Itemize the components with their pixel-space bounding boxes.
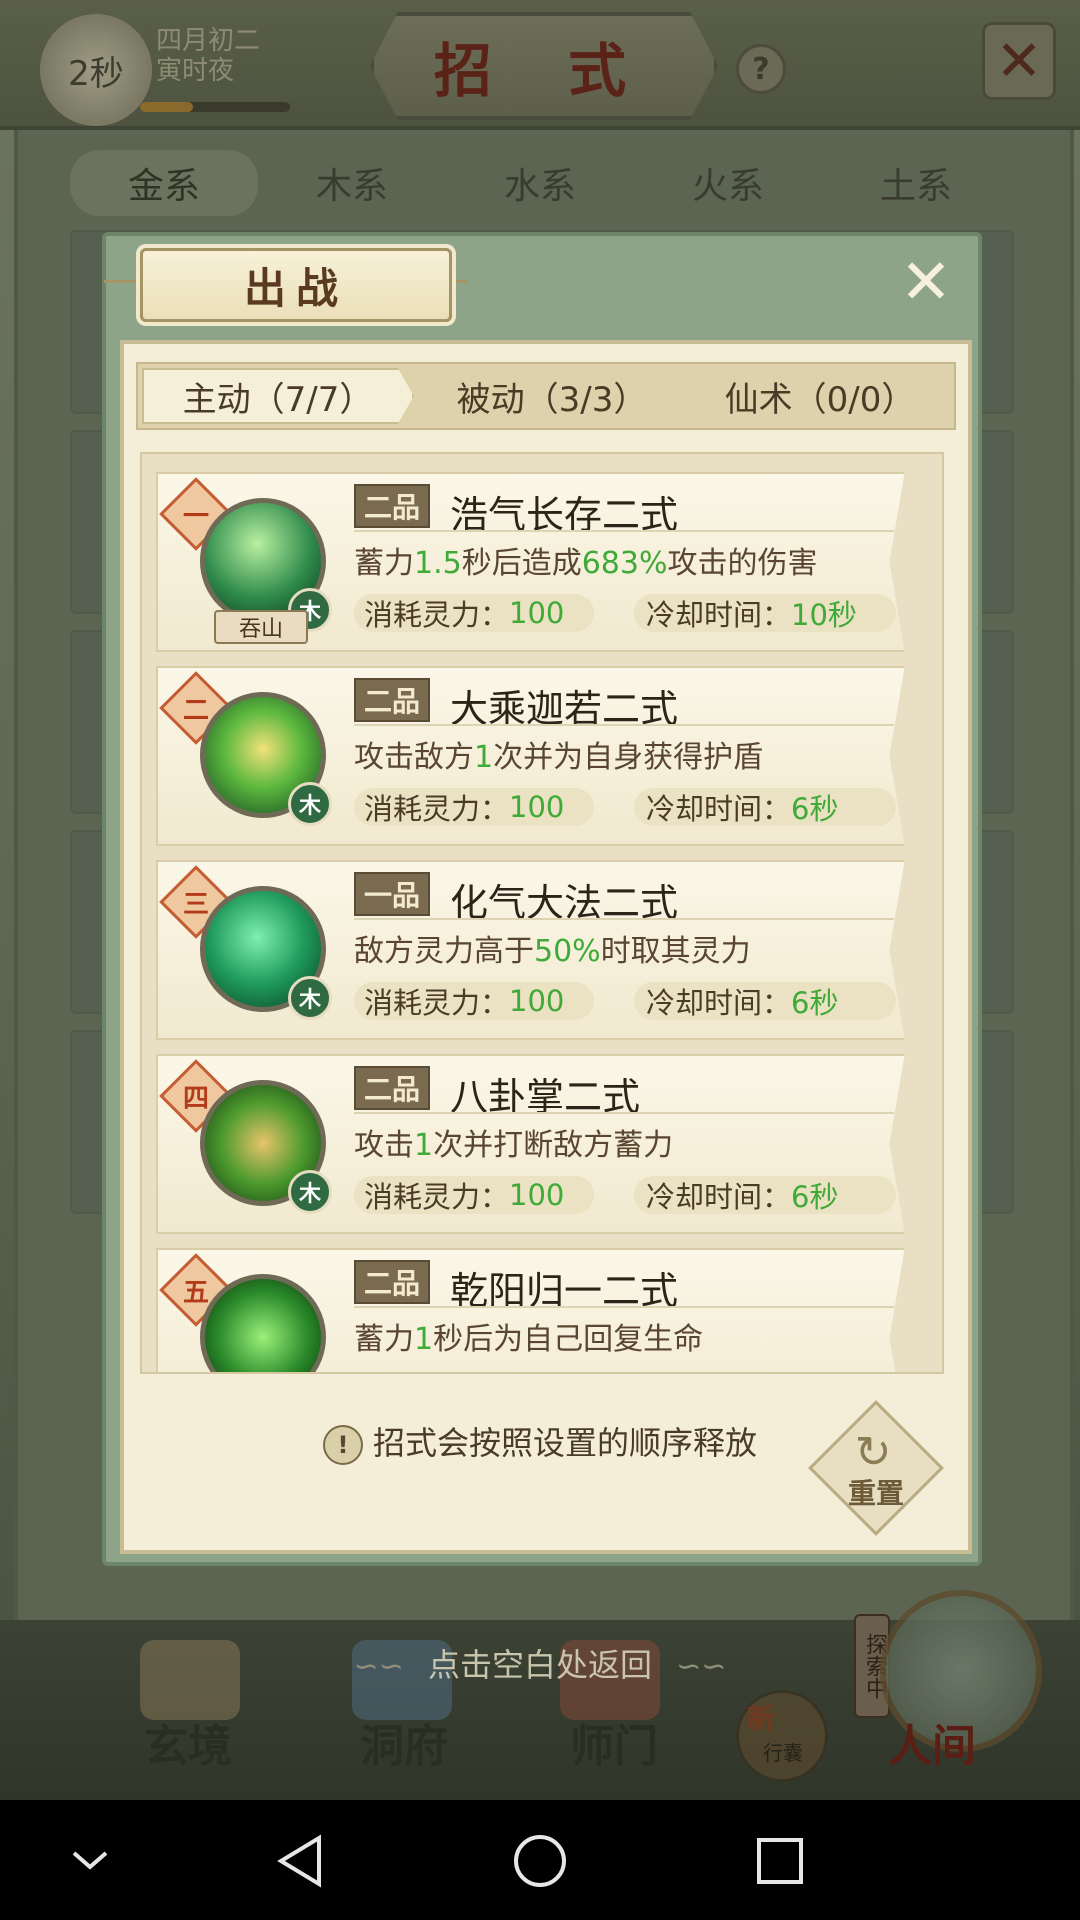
grade-badge: 二品 <box>354 1066 431 1110</box>
right-swirl-icon: ∽∽ <box>676 1649 727 1684</box>
divider <box>354 1112 894 1114</box>
date-line-2: 寅时夜 <box>156 56 235 86</box>
cooldown: 冷却时间： 6秒 <box>634 788 896 826</box>
cooldown: 冷却时间： 6秒 <box>634 982 896 1020</box>
grade-badge: 二品 <box>354 678 431 722</box>
tap-to-return-hint: ∽∽ 点击空白处返回 ∽∽ <box>0 1640 1080 1686</box>
tap-return-text: 点击空白处返回 <box>427 1646 652 1684</box>
close-icon[interactable]: ✕ <box>896 251 956 313</box>
bag-button[interactable]: 新 行囊 <box>736 1690 828 1782</box>
divider <box>354 1306 894 1308</box>
grade-badge: 一品 <box>354 872 431 916</box>
mana-cost: 消耗灵力： 100 <box>354 1176 594 1214</box>
skill-card[interactable]: 二 木 二品 大乘迦若二式 攻击敌方1次并为自身获得护盾 消耗灵力： 100 冷却… <box>156 666 905 846</box>
close-icon[interactable]: ✕ <box>982 22 1056 100</box>
popup-title: 出战 <box>140 248 452 322</box>
notice-text: 招式会按照设置的顺序释放 <box>372 1424 757 1462</box>
wood-element-icon: 木 <box>288 1170 332 1214</box>
wood-element-icon: 木 <box>288 976 332 1020</box>
tab-spells[interactable]: 仙术（0/0） <box>686 364 954 428</box>
tab-metal[interactable]: 金系 <box>70 150 258 216</box>
time-progress-bar <box>140 102 290 112</box>
skill-list[interactable]: 一 木 吞山 二品 浩气长存二式 蓄力1.5秒后造成683%攻击的伤害 消耗灵力… <box>140 452 944 1374</box>
lunar-date: 四月初二 寅时夜 <box>156 26 260 86</box>
mana-cost: 消耗灵力： 100 <box>354 788 594 826</box>
tab-water[interactable]: 水系 <box>446 150 634 216</box>
exclamation-icon: ! <box>322 1425 363 1465</box>
help-icon[interactable]: ? <box>736 44 786 94</box>
skill-card[interactable]: 一 木 吞山 二品 浩气长存二式 蓄力1.5秒后造成683%攻击的伤害 消耗灵力… <box>156 472 905 652</box>
page-title: 招 式 <box>370 12 718 120</box>
timer-badge: 2秒 <box>40 14 152 126</box>
tab-fire[interactable]: 火系 <box>634 150 822 216</box>
refresh-icon: ↻ <box>854 1427 892 1478</box>
left-swirl-icon: ∽∽ <box>353 1649 404 1684</box>
grade-badge: 二品 <box>354 484 431 528</box>
bag-new-badge: 新 <box>747 1702 776 1735</box>
back-icon[interactable] <box>265 1826 335 1896</box>
nav-dongfu[interactable]: 洞府 <box>360 1710 448 1774</box>
hide-keyboard-icon[interactable] <box>55 1826 125 1896</box>
skill-card[interactable]: 四 木 二品 八卦掌二式 攻击1次并打断敌方蓄力 消耗灵力： 100 冷却时间： 6… <box>156 1054 905 1234</box>
skill-description: 蓄力1.5秒后造成683%攻击的伤害 <box>354 546 818 581</box>
title-ornament-left <box>104 280 144 283</box>
divider <box>354 918 894 920</box>
grade-badge: 二品 <box>354 1260 431 1304</box>
tab-passive-skills[interactable]: 被动（3/3） <box>418 364 686 428</box>
nav-xuanjing[interactable]: 玄境 <box>144 1710 232 1774</box>
tab-wood[interactable]: 木系 <box>258 150 446 216</box>
tab-earth[interactable]: 土系 <box>822 150 1010 216</box>
divider <box>354 724 894 726</box>
skill-type-tabs: 主动（7/7） 被动（3/3） 仙术（0/0） <box>136 362 956 430</box>
bag-label: 行囊 <box>763 1741 803 1765</box>
cooldown: 冷却时间： 6秒 <box>634 1176 896 1214</box>
element-tabs: 金系 木系 水系 火系 土系 <box>70 150 1010 216</box>
skill-card[interactable]: 五 二品 乾阳归一二式 蓄力1秒后为自己回复生命 <box>156 1248 905 1372</box>
skill-description: 敌方灵力高于50%时取其灵力 <box>354 934 751 969</box>
skill-description: 攻击1次并打断敌方蓄力 <box>354 1128 674 1163</box>
skill-description: 蓄力1秒后为自己回复生命 <box>354 1322 704 1357</box>
skill-tag: 吞山 <box>214 610 308 644</box>
recents-icon[interactable] <box>745 1826 815 1896</box>
skill-description: 攻击敌方1次并为自身获得护盾 <box>354 740 764 775</box>
nav-shimen[interactable]: 师门 <box>570 1710 658 1774</box>
reset-label[interactable]: 重置 <box>836 1472 916 1512</box>
mana-cost: 消耗灵力： 100 <box>354 594 594 632</box>
divider <box>354 530 894 532</box>
skill-card[interactable]: 三 木 一品 化气大法二式 敌方灵力高于50%时取其灵力 消耗灵力： 100 冷却… <box>156 860 905 1040</box>
home-icon[interactable] <box>505 1826 575 1896</box>
nav-renjian[interactable]: 人间 <box>888 1710 976 1774</box>
cooldown: 冷却时间： 10秒 <box>634 594 896 632</box>
date-line-1: 四月初二 <box>156 26 261 56</box>
wood-element-icon: 木 <box>288 782 332 826</box>
tab-active-skills[interactable]: 主动（7/7） <box>142 368 414 424</box>
mana-cost: 消耗灵力： 100 <box>354 982 594 1020</box>
